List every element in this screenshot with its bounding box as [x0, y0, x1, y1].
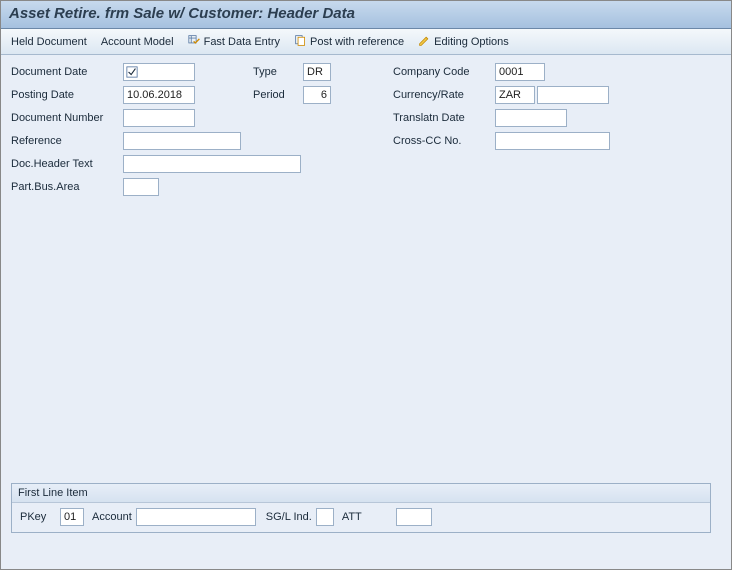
period-field[interactable]	[303, 86, 331, 104]
translatn-date-field[interactable]	[495, 109, 567, 127]
company-code-field[interactable]	[495, 63, 545, 81]
held-document-menu[interactable]: Held Document	[11, 36, 87, 48]
document-date-label: Document Date	[11, 66, 123, 78]
reference-field[interactable]	[123, 132, 241, 150]
fast-data-entry-button[interactable]: Fast Data Entry	[188, 34, 280, 50]
sgl-ind-field[interactable]	[316, 508, 334, 526]
checkbox-checked-icon	[126, 66, 138, 78]
part-bus-area-field[interactable]	[123, 178, 159, 196]
att-label: ATT	[342, 511, 362, 523]
posting-date-label: Posting Date	[11, 89, 123, 101]
document-date-field-container[interactable]	[123, 63, 195, 81]
form-area: Document Date Type Company Code Posting …	[1, 55, 731, 569]
document-number-field[interactable]	[123, 109, 195, 127]
type-field[interactable]	[303, 63, 331, 81]
part-bus-area-label: Part.Bus.Area	[11, 181, 123, 193]
window-titlebar: Asset Retire. frm Sale w/ Customer: Head…	[1, 1, 731, 29]
first-line-item-title: First Line Item	[12, 484, 710, 503]
editing-options-button[interactable]: Editing Options	[418, 34, 509, 50]
type-label: Type	[253, 66, 303, 78]
translatn-date-label: Translatn Date	[393, 112, 495, 124]
currency-rate-label: Currency/Rate	[393, 89, 495, 101]
account-model-menu[interactable]: Account Model	[101, 36, 174, 48]
sgl-ind-label: SG/L Ind.	[266, 511, 312, 523]
cross-cc-no-label: Cross-CC No.	[393, 135, 495, 147]
pencil-icon	[418, 34, 431, 50]
rate-field[interactable]	[537, 86, 609, 104]
document-number-label: Document Number	[11, 112, 123, 124]
window-title: Asset Retire. frm Sale w/ Customer: Head…	[9, 5, 355, 22]
doc-header-text-field[interactable]	[123, 155, 301, 173]
fast-data-entry-label: Fast Data Entry	[204, 36, 280, 48]
pkey-field[interactable]	[60, 508, 84, 526]
account-field[interactable]	[136, 508, 256, 526]
cross-cc-no-field[interactable]	[495, 132, 610, 150]
pkey-label: PKey	[20, 511, 56, 523]
att-field[interactable]	[396, 508, 432, 526]
post-with-reference-button[interactable]: Post with reference	[294, 34, 404, 50]
document-copy-icon	[294, 34, 307, 50]
toolbar: Held Document Account Model Fast Data En…	[1, 29, 731, 55]
currency-field[interactable]	[495, 86, 535, 104]
posting-date-field[interactable]	[123, 86, 195, 104]
post-with-reference-label: Post with reference	[310, 36, 404, 48]
editing-options-label: Editing Options	[434, 36, 509, 48]
table-check-icon	[188, 34, 201, 50]
company-code-label: Company Code	[393, 66, 495, 78]
first-line-item-group: First Line Item PKey Account SG/L Ind. A…	[11, 483, 711, 533]
doc-header-text-label: Doc.Header Text	[11, 158, 123, 170]
reference-label: Reference	[11, 135, 123, 147]
period-label: Period	[253, 89, 303, 101]
account-label: Account	[92, 511, 132, 523]
